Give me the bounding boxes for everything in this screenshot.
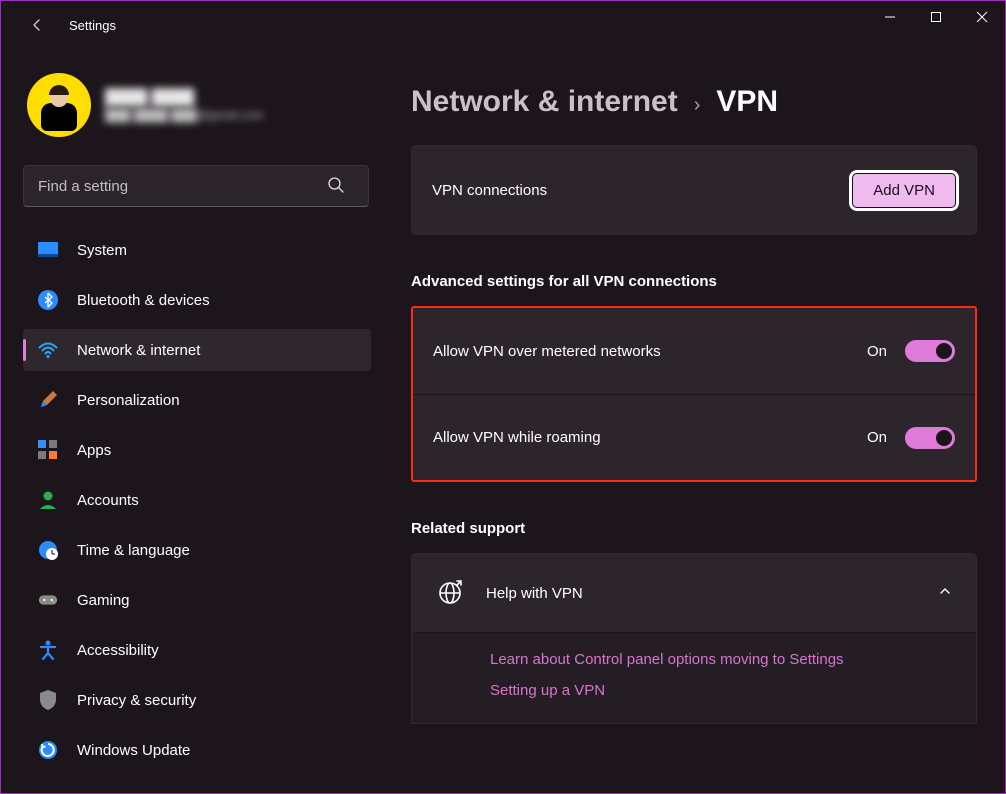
sidebar-item-system[interactable]: System bbox=[23, 229, 369, 271]
window-controls bbox=[867, 1, 1005, 33]
sidebar-item-label: Personalization bbox=[77, 392, 180, 409]
main-content: Network & internet › VPN VPN connections… bbox=[381, 49, 1005, 793]
sidebar-item-update[interactable]: Windows Update bbox=[23, 729, 369, 771]
vpn-connections-title: VPN connections bbox=[432, 182, 852, 199]
breadcrumb: Network & internet › VPN bbox=[411, 85, 977, 119]
nav-list: System Bluetooth & devices Network & int… bbox=[23, 229, 369, 771]
sidebar: ████ ████ ███.████.███@gmail.com System bbox=[1, 49, 381, 793]
wifi-icon bbox=[37, 339, 59, 361]
sidebar-item-label: Gaming bbox=[77, 592, 130, 609]
toggle-metered[interactable] bbox=[905, 340, 955, 362]
accessibility-icon bbox=[37, 639, 59, 661]
sidebar-item-time[interactable]: Time & language bbox=[23, 529, 369, 571]
sidebar-item-privacy[interactable]: Privacy & security bbox=[23, 679, 369, 721]
setting-state: On bbox=[867, 429, 887, 446]
close-button[interactable] bbox=[959, 1, 1005, 33]
breadcrumb-parent[interactable]: Network & internet bbox=[411, 85, 678, 119]
toggle-roaming[interactable] bbox=[905, 427, 955, 449]
profile-name: ████ ████ bbox=[105, 89, 264, 106]
gamepad-icon bbox=[37, 589, 59, 611]
sidebar-item-personalization[interactable]: Personalization bbox=[23, 379, 369, 421]
system-icon bbox=[37, 239, 59, 261]
apps-icon bbox=[37, 439, 59, 461]
brush-icon bbox=[37, 389, 59, 411]
setting-row-roaming: Allow VPN while roaming On bbox=[413, 394, 975, 480]
sidebar-item-accounts[interactable]: Accounts bbox=[23, 479, 369, 521]
sidebar-item-accessibility[interactable]: Accessibility bbox=[23, 629, 369, 671]
sidebar-item-label: Apps bbox=[77, 442, 111, 459]
setting-row-metered: Allow VPN over metered networks On bbox=[413, 308, 975, 394]
chevron-up-icon bbox=[938, 584, 952, 603]
sidebar-item-label: Network & internet bbox=[77, 342, 200, 359]
support-head[interactable]: Help with VPN bbox=[412, 554, 976, 632]
minimize-button[interactable] bbox=[867, 1, 913, 33]
support-link-setup-vpn[interactable]: Setting up a VPN bbox=[490, 682, 952, 699]
breadcrumb-separator: › bbox=[694, 94, 701, 117]
sidebar-item-bluetooth[interactable]: Bluetooth & devices bbox=[23, 279, 369, 321]
search-icon bbox=[327, 176, 345, 199]
sidebar-item-label: Accounts bbox=[77, 492, 139, 509]
sidebar-item-gaming[interactable]: Gaming bbox=[23, 579, 369, 621]
vpn-connections-card: VPN connections Add VPN bbox=[411, 145, 977, 235]
profile-email: ███.████.███@gmail.com bbox=[105, 108, 264, 122]
support-link-control-panel[interactable]: Learn about Control panel options moving… bbox=[490, 651, 952, 668]
sidebar-item-label: Time & language bbox=[77, 542, 190, 559]
help-globe-icon bbox=[436, 579, 464, 607]
maximize-button[interactable] bbox=[913, 1, 959, 33]
add-vpn-button[interactable]: Add VPN bbox=[852, 173, 956, 208]
search-input[interactable] bbox=[23, 165, 369, 207]
support-links: Learn about Control panel options moving… bbox=[412, 632, 976, 723]
sidebar-item-network[interactable]: Network & internet bbox=[23, 329, 371, 371]
advanced-heading: Advanced settings for all VPN connection… bbox=[411, 273, 977, 290]
bluetooth-icon bbox=[37, 289, 59, 311]
sidebar-item-apps[interactable]: Apps bbox=[23, 429, 369, 471]
person-icon bbox=[37, 489, 59, 511]
setting-state: On bbox=[867, 343, 887, 360]
avatar bbox=[27, 73, 91, 137]
support-card: Help with VPN Learn about Control panel … bbox=[411, 553, 977, 724]
shield-icon bbox=[37, 689, 59, 711]
update-icon bbox=[37, 739, 59, 761]
title-bar: Settings bbox=[1, 1, 1005, 49]
back-button[interactable] bbox=[17, 5, 57, 45]
sidebar-item-label: Bluetooth & devices bbox=[77, 292, 210, 309]
support-heading: Related support bbox=[411, 520, 977, 537]
advanced-settings-group: Allow VPN over metered networks On Allow… bbox=[411, 306, 977, 482]
breadcrumb-current: VPN bbox=[716, 85, 778, 119]
sidebar-item-label: Privacy & security bbox=[77, 692, 196, 709]
sidebar-item-label: System bbox=[77, 242, 127, 259]
setting-label: Allow VPN over metered networks bbox=[433, 343, 867, 360]
profile-block[interactable]: ████ ████ ███.████.███@gmail.com bbox=[23, 73, 369, 137]
sidebar-item-label: Windows Update bbox=[77, 742, 190, 759]
clock-globe-icon bbox=[37, 539, 59, 561]
window-title: Settings bbox=[69, 18, 116, 33]
setting-label: Allow VPN while roaming bbox=[433, 429, 867, 446]
support-title: Help with VPN bbox=[486, 585, 916, 602]
sidebar-item-label: Accessibility bbox=[77, 642, 159, 659]
